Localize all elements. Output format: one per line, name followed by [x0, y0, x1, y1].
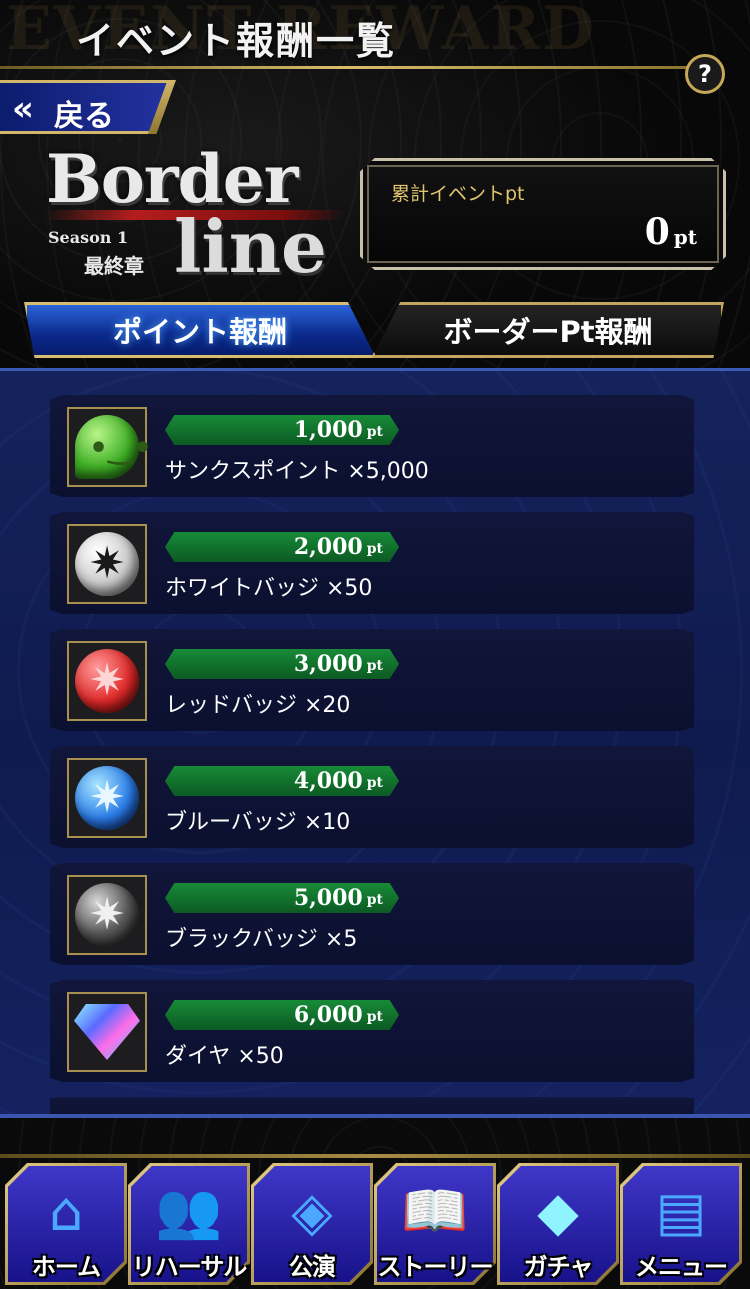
cumulative-points-value: 0 pt [645, 211, 697, 253]
blue-badge-icon: ✷ [75, 766, 139, 830]
required-points: 5,000 [293, 885, 363, 911]
reward-item: ✷ 2,000 pt ホワイトバッジ ×50 [50, 512, 694, 614]
red-badge-icon: ✷ [75, 649, 139, 713]
title-bar: EVENT REWARD イベント報酬一覧 [0, 0, 750, 69]
logo-chapter: 最終章 [84, 254, 144, 278]
required-points-ribbon: 4,000 pt [165, 766, 399, 796]
cumulative-points-label: 累計イベントpt [391, 183, 525, 205]
required-points-ribbon: 1,000 pt [165, 415, 399, 445]
item-icon-frame: •‿• [67, 407, 152, 487]
tab-point-rewards[interactable]: ポイント報酬 [24, 302, 376, 358]
reward-item: •‿• 1,000 pt サンクスポイント ×5,000 [50, 395, 694, 497]
item-icon-frame: ✷ [67, 641, 147, 721]
required-points: 2,000 [293, 534, 363, 560]
required-points-ribbon: 2,000 pt [165, 532, 399, 562]
black-badge-icon: ✷ [75, 883, 139, 947]
white-badge-icon: ✷ [75, 532, 139, 596]
nav-home-button[interactable]: ⌂ ホーム [5, 1163, 127, 1285]
diamond-icon [74, 1004, 140, 1060]
nav-menu-button[interactable]: ▤ メニュー [620, 1163, 742, 1285]
logo-word-line: line [174, 204, 327, 289]
people-icon: 👥 [155, 1179, 223, 1242]
cumulative-points-number: 0 [644, 211, 670, 253]
required-points: 4,000 [293, 768, 363, 794]
reward-item: ✷ 5,000 pt ブラックバッジ ×5 [50, 863, 694, 965]
nav-story-button[interactable]: 📖 ストーリー [374, 1163, 496, 1285]
diamond-icon: ◆ [537, 1179, 579, 1243]
double-chevron-left-icon: « [12, 89, 34, 129]
reward-item: 6,000 pt ダイヤ ×50 [50, 980, 694, 1082]
required-points-ribbon: 3,000 pt [165, 649, 399, 679]
required-points: 1,000 [293, 417, 363, 443]
item-icon-frame: ✷ [67, 524, 147, 604]
required-points: 6,000 [293, 1002, 363, 1028]
notepad-icon: ▤ [655, 1179, 707, 1243]
chat-face-icon: •‿• [75, 415, 152, 479]
required-points-unit: pt [366, 775, 383, 791]
required-points-unit: pt [366, 541, 383, 557]
stage-icon: ◈ [291, 1179, 333, 1243]
required-points-ribbon: 6,000 pt [165, 1000, 399, 1030]
logo-season: Season 1 [48, 228, 129, 247]
reward-list[interactable]: •‿• 1,000 pt サンクスポイント ×5,000 ✷ 2,000 pt … [0, 368, 750, 1116]
header-area: EVENT REWARD イベント報酬一覧 ? « 戻る Border line… [0, 0, 750, 368]
nav-label: ホーム [31, 1253, 101, 1281]
required-points: 3,000 [293, 651, 363, 677]
nav-label: メニュー [635, 1253, 728, 1281]
required-points-unit: pt [366, 1009, 383, 1025]
required-points-unit: pt [366, 892, 383, 908]
item-icon-frame: ✷ [67, 758, 147, 838]
required-points-ribbon: 5,000 pt [165, 883, 399, 913]
reward-name: ブルーバッジ ×10 [165, 810, 351, 835]
nav-label: リハーサル [131, 1253, 248, 1281]
cumulative-points-unit: pt [673, 225, 697, 249]
item-icon-frame [67, 992, 147, 1072]
book-icon: 📖 [401, 1179, 469, 1242]
title-divider [0, 66, 690, 69]
tab-border-rewards[interactable]: ボーダーPt報酬 [372, 302, 724, 358]
nav-rehearsal-button[interactable]: 👥 リハーサル [128, 1163, 250, 1285]
reward-name: サンクスポイント ×5,000 [165, 459, 429, 484]
back-button[interactable]: « 戻る [0, 80, 172, 134]
home-icon: ⌂ [48, 1179, 84, 1243]
nav-gacha-button[interactable]: ◆ ガチャ [497, 1163, 619, 1285]
reward-item: ✷ 4,000 pt ブルーバッジ ×10 [50, 746, 694, 848]
reward-name: ブラックバッジ ×5 [165, 927, 358, 952]
reward-name: レッドバッジ ×20 [165, 693, 351, 718]
nav-label: ガチャ [523, 1253, 594, 1281]
reward-name: ダイヤ ×50 [165, 1044, 284, 1069]
event-logo: Border line Season 1 最終章 [40, 140, 350, 290]
back-button-label: 戻る [54, 99, 114, 134]
required-points-unit: pt [366, 424, 383, 440]
reward-name: ホワイトバッジ ×50 [165, 576, 373, 601]
page-title: イベント報酬一覧 [76, 19, 397, 63]
required-points-unit: pt [366, 658, 383, 674]
reward-item: ✷ 3,000 pt レッドバッジ ×20 [50, 629, 694, 731]
nav-label: 公演 [289, 1253, 336, 1281]
cumulative-points-box: 累計イベントpt 0 pt [360, 158, 726, 270]
nav-label: ストーリー [377, 1253, 494, 1281]
item-icon-frame: ✷ [67, 875, 147, 955]
bottom-nav-deco [0, 1154, 750, 1158]
help-button[interactable]: ? [685, 54, 725, 94]
nav-performance-button[interactable]: ◈ 公演 [251, 1163, 373, 1285]
